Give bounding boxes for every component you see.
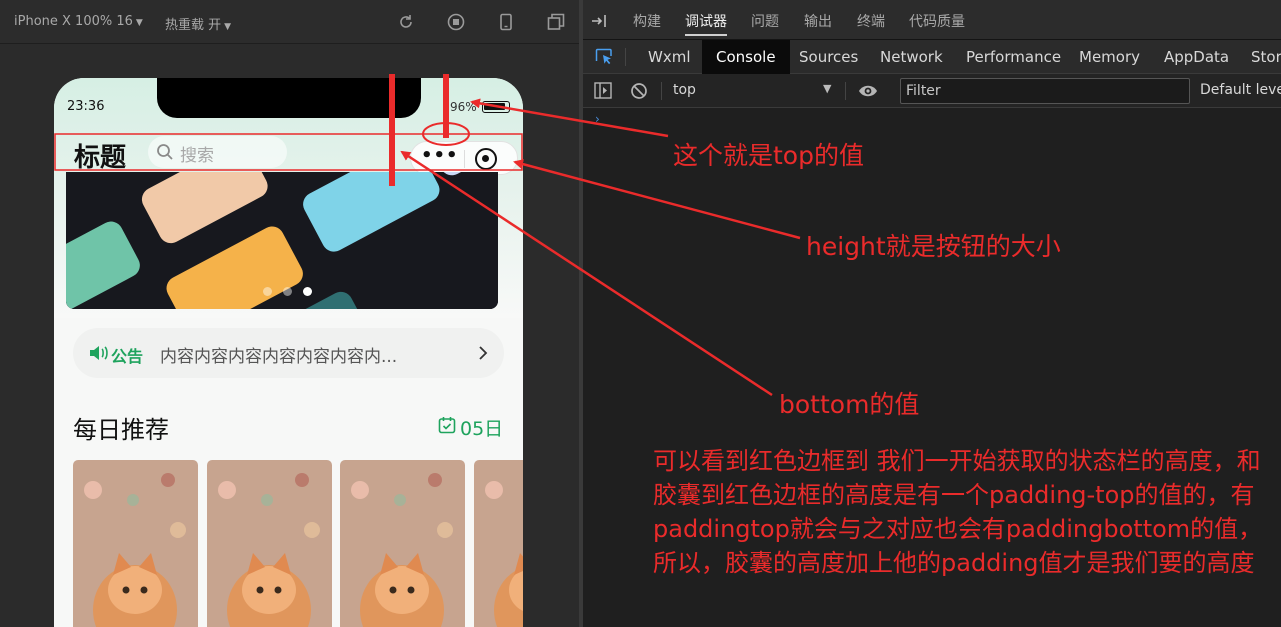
status-bar-time: 23:36 <box>67 99 105 114</box>
filter-input[interactable]: Filter <box>900 78 1190 104</box>
simulator-pane: iPhone X 100% 16▼ 热重载 开▼ 23:36 96% 标题 <box>0 0 579 627</box>
detach-window-icon[interactable] <box>547 13 565 31</box>
inspect-element-icon[interactable] <box>595 48 613 66</box>
device-selector[interactable]: iPhone X 100% 16 ▼ <box>14 14 143 29</box>
sidebar-toggle-icon[interactable] <box>594 82 612 99</box>
banner-dot[interactable] <box>283 287 292 296</box>
device-selector-label: iPhone X 100% 16 <box>14 14 133 29</box>
tab-memory[interactable]: Memory <box>1065 40 1154 74</box>
capsule-divider <box>464 150 465 168</box>
cat-photo-card[interactable] <box>474 460 523 627</box>
chevron-down-icon: ▼ <box>135 18 143 28</box>
speaker-icon <box>90 346 108 360</box>
stop-icon[interactable] <box>447 13 465 31</box>
eye-icon[interactable] <box>858 83 878 99</box>
close-miniprogram-icon[interactable] <box>475 148 497 170</box>
separator <box>661 82 662 100</box>
menu-capsule: ••• <box>410 141 518 175</box>
tab-issues[interactable]: 问题 <box>751 11 779 31</box>
collapse-panel-icon[interactable] <box>591 13 609 29</box>
tab-sources[interactable]: Sources <box>785 40 872 74</box>
context-selector[interactable]: top <box>673 82 696 98</box>
banner-dot-active[interactable] <box>303 287 312 296</box>
tab-wxml[interactable]: Wxml <box>635 40 704 74</box>
separator <box>845 82 846 100</box>
notice-text: 内容内容内容内容内容内容内... <box>160 347 398 367</box>
nav-title: 标题 <box>74 143 127 173</box>
search-icon <box>157 144 173 160</box>
hot-reload-selector[interactable]: 热重载 开 ▼ <box>165 14 231 33</box>
log-levels-dropdown[interactable]: Default levels <box>1200 82 1281 98</box>
section-title: 每日推荐 <box>73 416 169 444</box>
separator <box>625 48 626 66</box>
chevron-down-icon: ▼ <box>823 82 832 95</box>
tab-debugger[interactable]: 调试器 <box>685 11 727 31</box>
tab-storage[interactable]: Stora <box>1237 40 1281 74</box>
search-placeholder: 搜索 <box>180 146 214 166</box>
cat-photo-card[interactable] <box>340 460 465 627</box>
cat-photo-card[interactable] <box>73 460 198 627</box>
section-date: 05日 <box>460 418 504 440</box>
devtools-top-tabs: 构建 调试器 问题 输出 终端 代码质量 <box>583 0 1281 40</box>
battery-percent: 96% <box>450 100 477 114</box>
tab-output[interactable]: 输出 <box>804 11 832 31</box>
explanation-paragraph: 可以看到红色边框到 我们一开始获取的状态栏的高度，和胶囊到红色边框的高度是有一个… <box>653 447 1263 577</box>
calendar-icon <box>438 417 456 434</box>
chevron-right-icon <box>479 346 488 360</box>
notice-label: 公告 <box>111 347 144 366</box>
active-tab-indicator <box>685 34 727 36</box>
tab-build[interactable]: 构建 <box>633 11 661 31</box>
clear-console-icon[interactable] <box>630 82 648 100</box>
filter-placeholder: Filter <box>906 83 941 99</box>
top-value-note: 这个就是top的值 <box>673 141 864 170</box>
battery-icon <box>482 101 510 113</box>
tab-appdata[interactable]: AppData <box>1150 40 1243 74</box>
cat-photo-card[interactable] <box>207 460 332 627</box>
more-icon[interactable]: ••• <box>421 145 459 166</box>
phone-notch <box>157 78 421 118</box>
console-toolbar: top ▼ Filter Default levels <box>583 74 1281 108</box>
refresh-icon[interactable] <box>397 13 415 31</box>
banner-image[interactable] <box>66 172 498 309</box>
console-prompt[interactable]: › <box>595 112 600 126</box>
tab-performance[interactable]: Performance <box>952 40 1075 74</box>
hot-reload-label: 热重载 开 <box>165 18 222 33</box>
phone-screen: 23:36 96% 标题 搜索 ••• 公告 内容内容内容内容内容内容内... … <box>54 78 523 627</box>
banner-dot[interactable] <box>263 287 272 296</box>
search-bar[interactable]: 搜索 <box>148 136 287 168</box>
tab-console[interactable]: Console <box>702 40 790 74</box>
notice-bar[interactable]: 公告 内容内容内容内容内容内容内... <box>73 328 504 378</box>
bottom-value-note: bottom的值 <box>779 390 920 419</box>
tab-network[interactable]: Network <box>866 40 957 74</box>
tab-terminal[interactable]: 终端 <box>857 11 885 31</box>
devtools-panel-tabs: Wxml Console Sources Network Performance… <box>583 40 1281 74</box>
height-value-note: height就是按钮的大小 <box>806 232 1061 261</box>
tab-code-quality[interactable]: 代码质量 <box>909 11 965 31</box>
phone-preview-icon[interactable] <box>497 13 515 31</box>
chevron-down-icon: ▼ <box>224 22 232 32</box>
simulator-toolbar: iPhone X 100% 16 ▼ 热重载 开 ▼ <box>0 0 579 44</box>
